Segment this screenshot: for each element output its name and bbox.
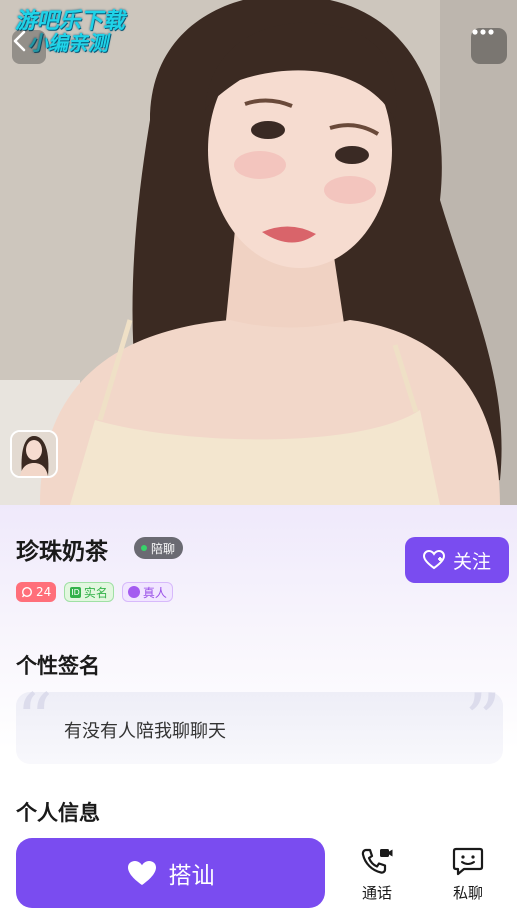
open-quote-icon: “ — [16, 678, 53, 762]
message-button[interactable]: 私聊 — [438, 846, 498, 903]
call-label: 通话 — [361, 884, 392, 902]
chevron-left-icon — [13, 30, 26, 52]
real-person-label: 真人 — [142, 585, 167, 600]
online-dot-icon — [141, 545, 147, 551]
thumbnail-image — [12, 432, 56, 476]
back-button[interactable] — [12, 30, 46, 64]
count-tag: 24 — [16, 582, 57, 602]
tag-row: 24 ID 实名 真人 — [16, 582, 173, 602]
real-name-tag: ID 实名 — [64, 582, 114, 602]
heart-icon — [127, 861, 156, 885]
verified-badge-icon — [127, 586, 140, 598]
video-call-icon — [361, 848, 393, 874]
real-name-label: 实名 — [83, 585, 108, 600]
message-smile-icon — [452, 847, 484, 876]
follow-label: 关注 — [452, 550, 491, 573]
user-name: 珍珠奶茶 — [16, 539, 108, 565]
message-label: 私聊 — [452, 884, 483, 902]
signature-title: 个性签名 — [16, 654, 100, 678]
status-badge: 陪聊 — [134, 537, 184, 559]
portrait-illustration — [0, 0, 517, 505]
chat-up-label: 搭讪 — [168, 863, 215, 889]
chat-up-button[interactable]: 搭讪 — [16, 838, 325, 908]
more-dots-icon — [472, 29, 494, 35]
count-value: 24 — [36, 585, 52, 599]
call-button[interactable]: 通话 — [347, 846, 407, 903]
id-card-icon: ID — [70, 586, 81, 598]
chat-bubble-icon — [21, 586, 33, 598]
real-person-tag: 真人 — [121, 582, 173, 602]
follow-button[interactable]: 关注 — [405, 537, 509, 583]
personal-info-title: 个人信息 — [16, 801, 100, 825]
close-quote-icon: ” — [464, 678, 501, 762]
signature-text: 有没有人陪我聊聊天 — [64, 721, 226, 742]
more-options-button[interactable] — [471, 28, 507, 64]
heart-plus-icon — [422, 550, 445, 570]
photo-thumbnail[interactable] — [10, 430, 58, 478]
status-label: 陪聊 — [151, 541, 176, 556]
profile-photo[interactable]: 游吧乐下载 小编亲测 — [0, 0, 517, 505]
